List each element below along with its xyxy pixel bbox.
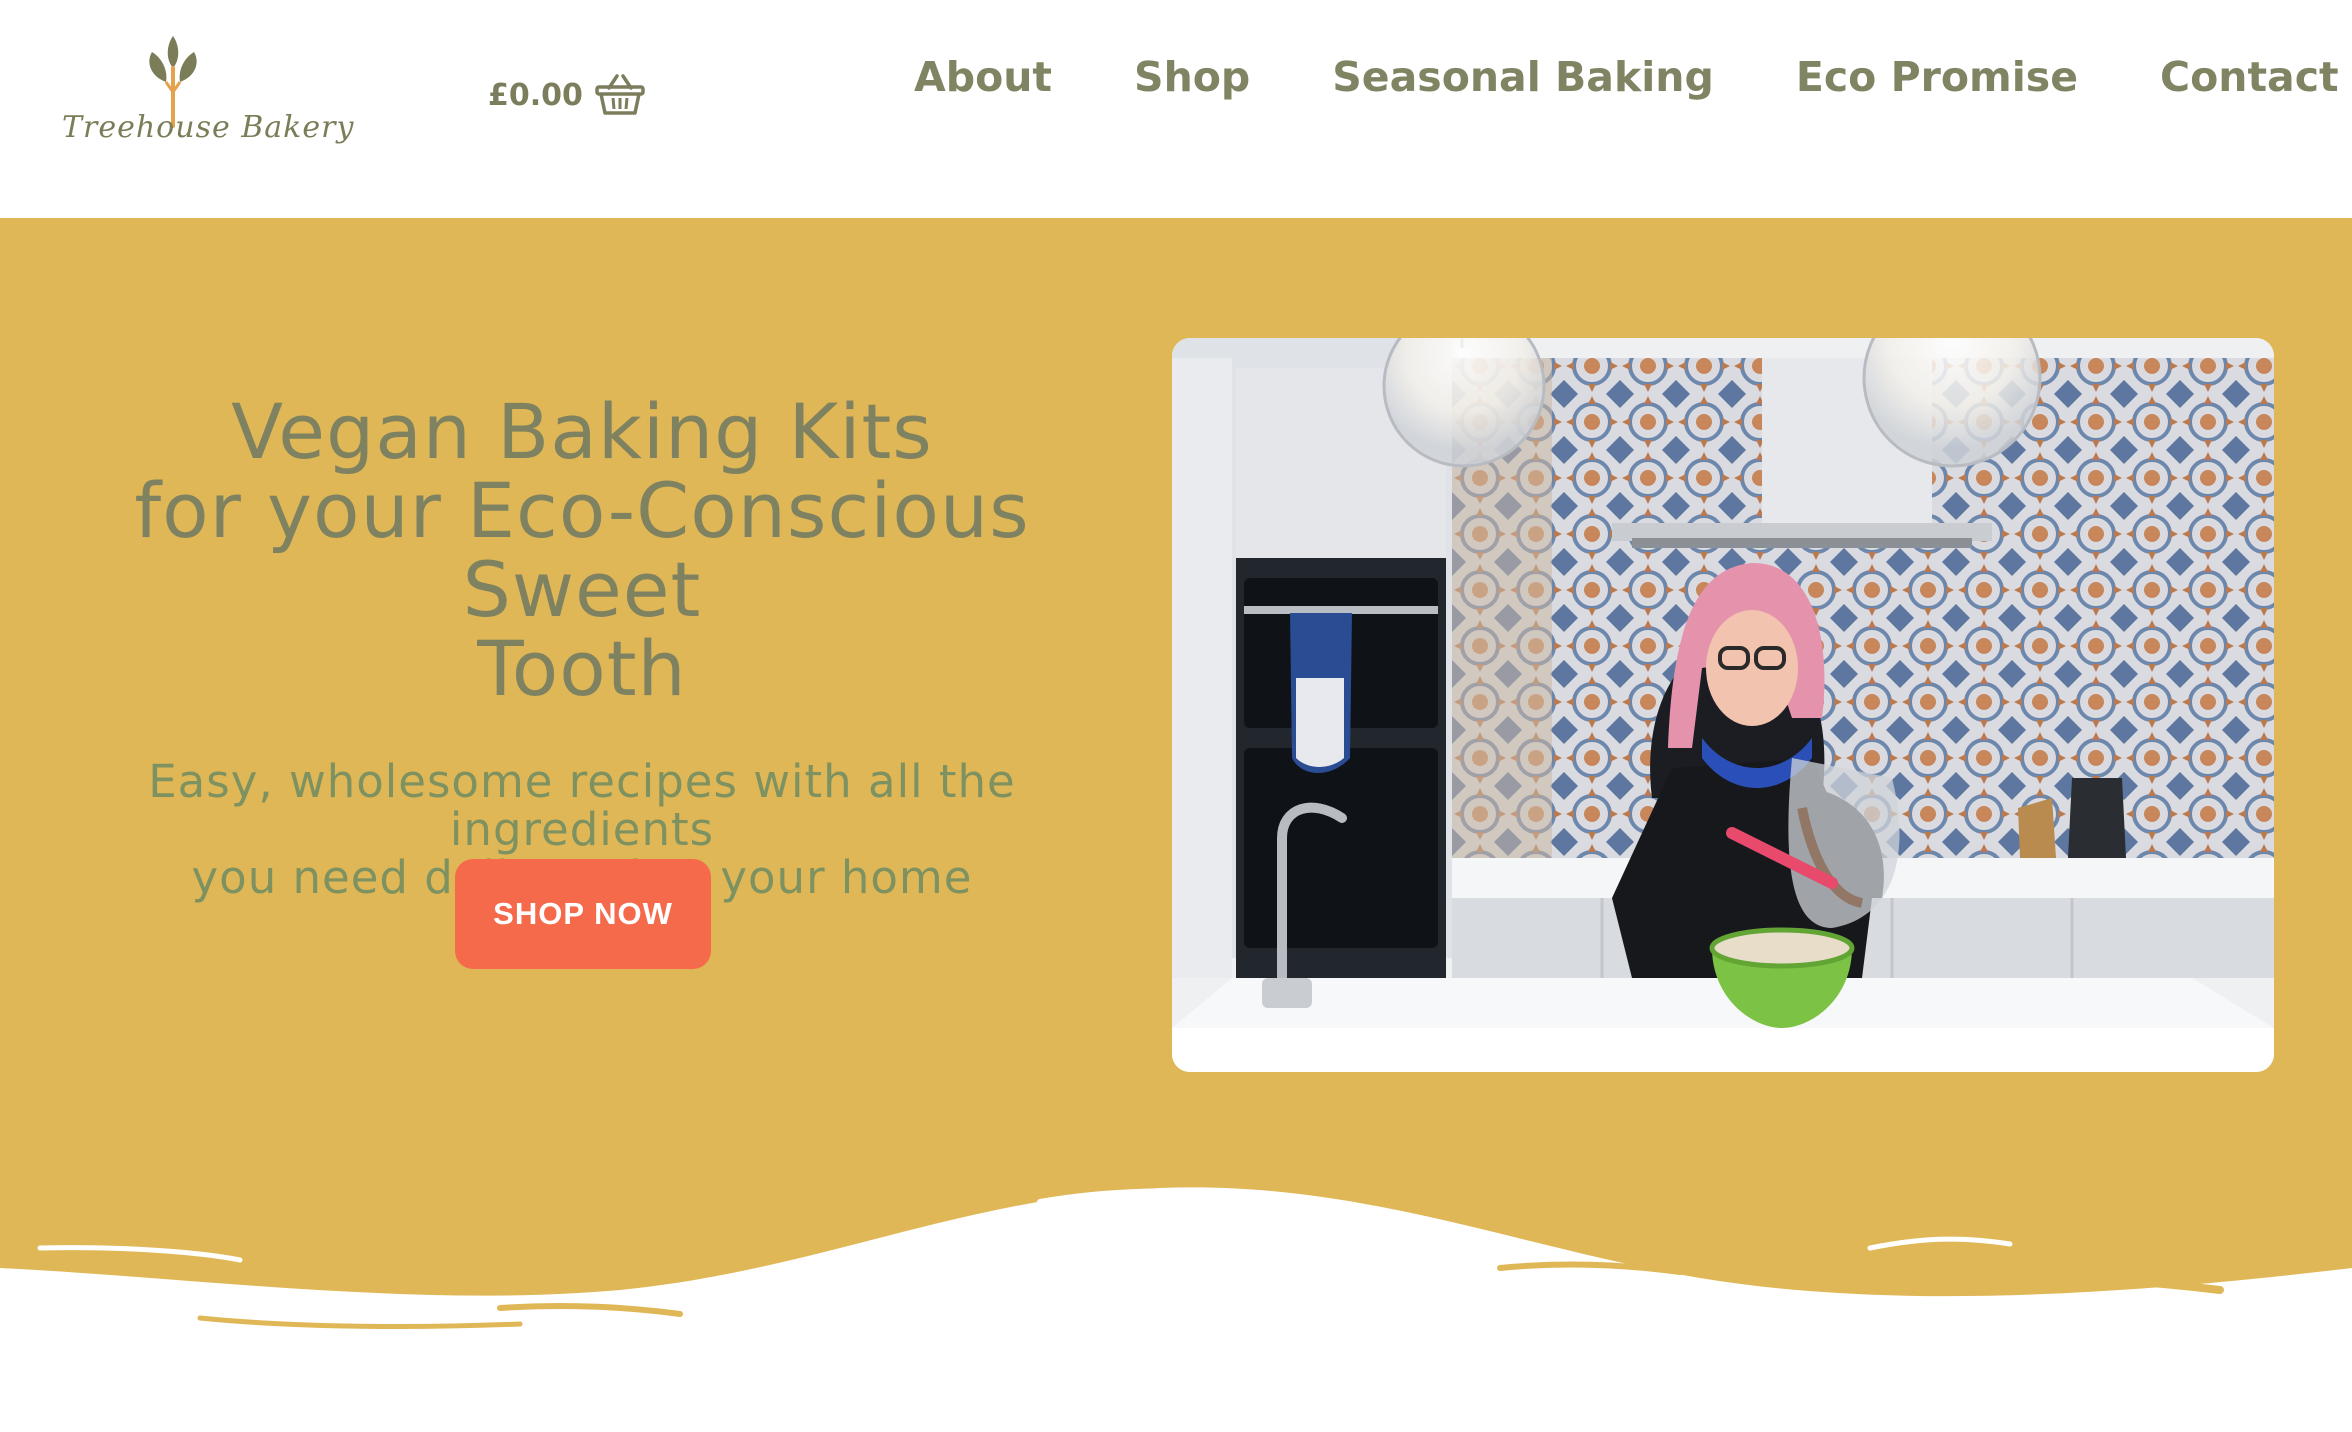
hero-kitchen-photo bbox=[1172, 338, 2274, 1072]
kitchen-illustration bbox=[1172, 338, 2274, 1072]
shop-now-button[interactable]: SHOP NOW bbox=[455, 859, 711, 969]
cart-button[interactable]: £0.00 bbox=[488, 70, 645, 120]
site-header: Treehouse Bakery £0.00 About Shop Season… bbox=[0, 0, 2352, 218]
hero-title: Vegan Baking Kits for your Eco-Conscious… bbox=[20, 392, 1144, 708]
main-nav: About Shop Seasonal Baking Eco Promise C… bbox=[914, 50, 2339, 104]
nav-item-contact[interactable]: Contact bbox=[2160, 53, 2339, 101]
hero-section: Vegan Baking Kits for your Eco-Conscious… bbox=[0, 218, 2352, 1432]
nav-item-about[interactable]: About bbox=[914, 53, 1052, 101]
basket-icon bbox=[595, 74, 645, 115]
hero-title-line: Tooth bbox=[477, 624, 687, 713]
nav-item-seasonal-baking[interactable]: Seasonal Baking bbox=[1332, 53, 1714, 101]
hero-title-line: Vegan Baking Kits bbox=[231, 387, 933, 476]
hero-subtitle-line: Easy, wholesome recipes with all the ing… bbox=[148, 755, 1016, 856]
brush-wave-divider bbox=[0, 1187, 2352, 1432]
hero-copy: Vegan Baking Kits for your Eco-Conscious… bbox=[20, 392, 1144, 902]
cart-total: £0.00 bbox=[488, 77, 583, 113]
nav-item-eco-promise[interactable]: Eco Promise bbox=[1796, 53, 2078, 101]
nav-item-shop[interactable]: Shop bbox=[1134, 53, 1250, 101]
logo[interactable]: Treehouse Bakery bbox=[58, 30, 353, 160]
hero-title-line: for your Eco-Conscious Sweet bbox=[134, 466, 1030, 634]
logo-wordmark: Treehouse Bakery bbox=[62, 110, 355, 145]
